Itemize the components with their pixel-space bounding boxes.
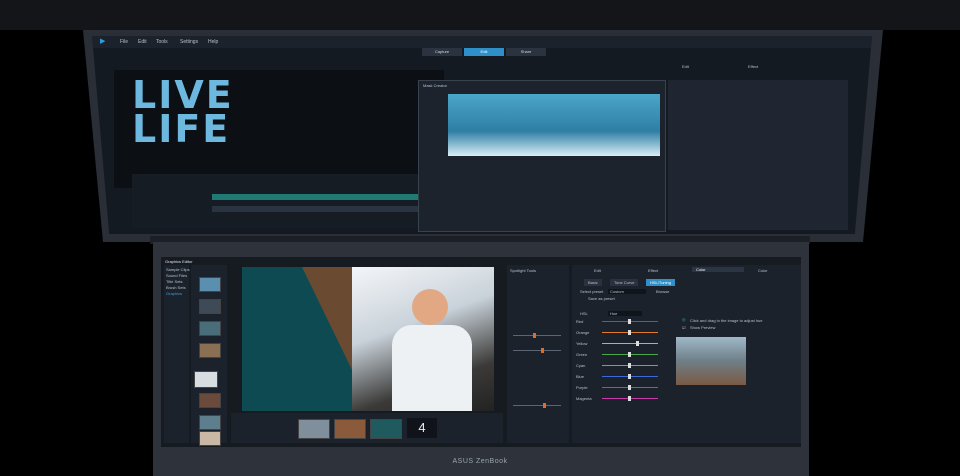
preset-label: Select preset [580, 289, 604, 294]
menu-settings[interactable]: Settings [180, 39, 198, 45]
timeline-track[interactable] [212, 194, 442, 200]
library-sidebar: Sample Clips Sound Files Title Sets Brus… [164, 265, 190, 443]
brand-label: ASUS ZenBook [452, 458, 508, 465]
menu-file[interactable]: File [120, 39, 128, 45]
menu-bar: ▶ File Edit Tools Settings Help [92, 36, 872, 48]
menu-tools[interactable]: Tools [156, 39, 168, 45]
color-label-cyan: Cyan [576, 363, 586, 368]
list-item[interactable] [199, 277, 221, 292]
save-preset-button[interactable]: Save as preset [588, 296, 615, 301]
thumbnail-list [191, 265, 227, 446]
slider-green[interactable] [602, 352, 658, 357]
library-item[interactable]: Sound Files [166, 273, 187, 278]
targeted-adjust-icon[interactable]: ◎ [682, 317, 686, 322]
color-label-yellow: Yellow [576, 341, 588, 346]
list-item[interactable] [199, 299, 221, 314]
panel-tab-effect[interactable]: Effect [748, 64, 758, 69]
hsl-select[interactable]: Hue [608, 311, 642, 316]
subtab-hsl[interactable]: HSL/Tuning [646, 279, 675, 286]
preset-select[interactable]: Custom [608, 289, 646, 294]
library-item[interactable]: Brush Sets [166, 285, 186, 290]
subtab-tone-curve[interactable]: Tone Curve [610, 279, 639, 286]
window-title: Graphics Editor [165, 259, 193, 264]
subtab-basic[interactable]: Basic [584, 279, 602, 286]
tool-slider[interactable] [513, 348, 561, 353]
hsl-label: HSL [580, 311, 588, 316]
slider-yellow[interactable] [602, 341, 658, 346]
panel-tab-edit[interactable]: Edit [682, 64, 689, 69]
show-preview-label: Show Preview [690, 325, 716, 330]
list-item[interactable] [194, 371, 218, 388]
library-item[interactable]: Sample Clips [166, 267, 190, 272]
tools-label: Spotlight Tools [510, 268, 536, 273]
list-item[interactable] [199, 393, 221, 408]
list-item[interactable] [199, 321, 221, 336]
timeline[interactable] [132, 174, 442, 228]
color-label-purple: Purple [576, 385, 588, 390]
tab-effect[interactable]: Effect [648, 268, 658, 273]
menu-edit[interactable]: Edit [138, 39, 147, 45]
tools-panel: Spotlight Tools [507, 265, 569, 443]
color-label-red: Red [576, 319, 584, 324]
color-label-blue: Blue [576, 374, 585, 379]
tool-slider[interactable] [513, 333, 561, 338]
photo-subject [412, 289, 448, 325]
tool-slider[interactable] [513, 403, 561, 408]
color-label-magenta: Magenta [576, 396, 592, 401]
filmstrip: 4 [231, 413, 503, 443]
list-item[interactable] [199, 415, 221, 430]
tab-edit[interactable]: Edit [464, 48, 504, 56]
mask-preview [448, 94, 660, 156]
slider-purple[interactable] [602, 385, 658, 390]
mask-title: Mask Creator [423, 83, 448, 88]
mask-settings-panel: Edit Effect [668, 64, 848, 230]
timeline-track[interactable] [212, 206, 442, 212]
slider-cyan[interactable] [602, 363, 658, 368]
list-item[interactable] [199, 431, 221, 446]
library-item[interactable]: Graphics [166, 291, 182, 296]
filmstrip-item[interactable] [334, 419, 366, 439]
slider-orange[interactable] [602, 330, 658, 335]
color-panel: Edit Effect Color Color Basic Tone Curve… [572, 265, 801, 443]
tab-edit[interactable]: Edit [594, 268, 601, 273]
show-preview-checkbox[interactable]: ☑ [682, 325, 686, 330]
color-label-green: Green [576, 352, 588, 357]
app-logo-icon: ▶ [100, 38, 106, 45]
preview-thumbnail [676, 337, 746, 385]
slider-magenta[interactable] [602, 396, 658, 401]
slider-blue[interactable] [602, 374, 658, 379]
tab-color[interactable]: Color [692, 267, 744, 272]
menu-help[interactable]: Help [208, 39, 218, 45]
tab-capture[interactable]: Capture [422, 48, 462, 56]
list-item[interactable] [199, 343, 221, 358]
preview-line-2: LIFE [132, 107, 231, 151]
photo-subject-shirt [392, 325, 472, 411]
preview-title: LIVE LIFE [132, 76, 234, 151]
library-item[interactable]: Title Sets [166, 279, 183, 284]
background-strip [0, 0, 960, 30]
page-number: 4 [407, 418, 437, 438]
tab-share[interactable]: Share [506, 48, 546, 56]
slider-red[interactable] [602, 319, 658, 324]
hint-text: Click and drag in the image to adjust hu… [690, 318, 763, 323]
browse-button[interactable]: Browse [656, 289, 669, 294]
color-label-orange: Orange [576, 330, 590, 335]
upper-screen: ▶ File Edit Tools Settings Help Capture … [92, 36, 872, 234]
tab-color-2[interactable]: Color [758, 268, 768, 273]
photo-canvas[interactable] [242, 267, 494, 411]
filmstrip-item[interactable] [370, 419, 402, 439]
filmstrip-item[interactable] [298, 419, 330, 439]
